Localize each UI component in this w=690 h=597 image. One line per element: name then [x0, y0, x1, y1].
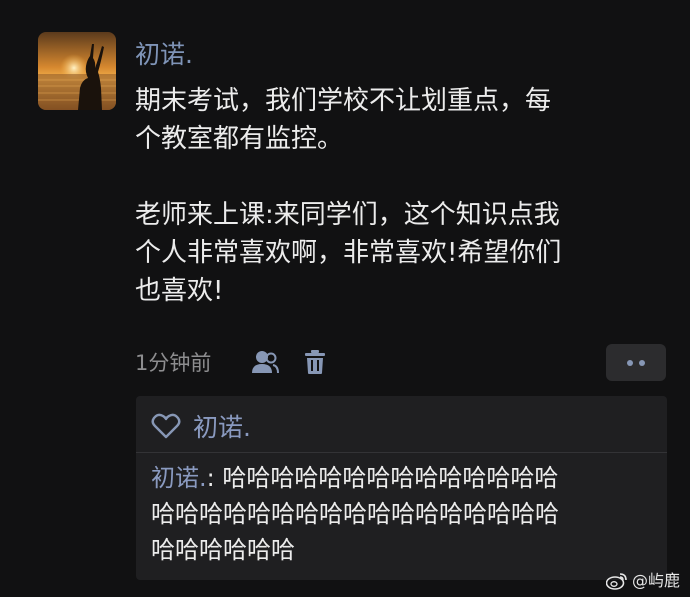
delete-button[interactable] — [300, 347, 330, 377]
post-line: 个人非常喜欢啊，非常喜欢!希望你们 — [135, 238, 562, 268]
divider — [136, 452, 667, 453]
post-author-name[interactable]: 初诺. — [135, 38, 193, 72]
comment-line: 哈哈哈哈哈哈哈哈哈哈哈哈哈哈哈哈哈 — [151, 500, 559, 528]
more-dots-icon — [627, 359, 633, 366]
comment[interactable]: 初诺.: 哈哈哈哈哈哈哈哈哈哈哈哈哈哈 哈哈哈哈哈哈哈哈哈哈哈哈哈哈哈哈哈 哈哈… — [151, 460, 656, 568]
avatar-image — [38, 32, 116, 110]
interaction-panel: 初诺. 初诺.: 哈哈哈哈哈哈哈哈哈哈哈哈哈哈 哈哈哈哈哈哈哈哈哈哈哈哈哈哈哈哈… — [136, 396, 667, 580]
post-text: 期末考试，我们学校不让划重点，每 个教室都有监控。 老师来上课:来同学们，这个知… — [135, 82, 675, 310]
comment-text: 哈哈哈哈哈哈哈哈哈哈哈哈哈哈 — [222, 464, 559, 492]
comment-author[interactable]: 初诺. — [151, 464, 207, 492]
comment-separator: : — [206, 464, 223, 492]
visibility-button[interactable] — [250, 347, 280, 377]
watermark: @屿鹿 — [605, 570, 680, 592]
post-line: 老师来上课:来同学们，这个知识点我 — [135, 200, 560, 230]
more-dots-icon — [639, 359, 645, 366]
comment-line: 哈哈哈哈哈哈 — [151, 536, 295, 564]
users-icon — [252, 351, 279, 374]
post-line: 也喜欢! — [135, 276, 224, 306]
avatar[interactable] — [38, 32, 116, 110]
heart-icon[interactable] — [151, 413, 181, 439]
comment-line: 初诺.: 哈哈哈哈哈哈哈哈哈哈哈哈哈哈 — [151, 460, 656, 496]
weibo-icon — [605, 573, 627, 590]
post-line: 个教室都有监控。 — [135, 124, 344, 154]
more-button[interactable] — [606, 344, 666, 381]
post-timestamp: 1分钟前 — [135, 351, 212, 375]
watermark-text: @屿鹿 — [631, 571, 680, 590]
liker-name[interactable]: 初诺. — [193, 408, 251, 444]
post-line: 期末考试，我们学校不让划重点，每 — [135, 86, 552, 116]
likes-row: 初诺. — [151, 408, 251, 444]
trash-icon — [305, 350, 325, 374]
